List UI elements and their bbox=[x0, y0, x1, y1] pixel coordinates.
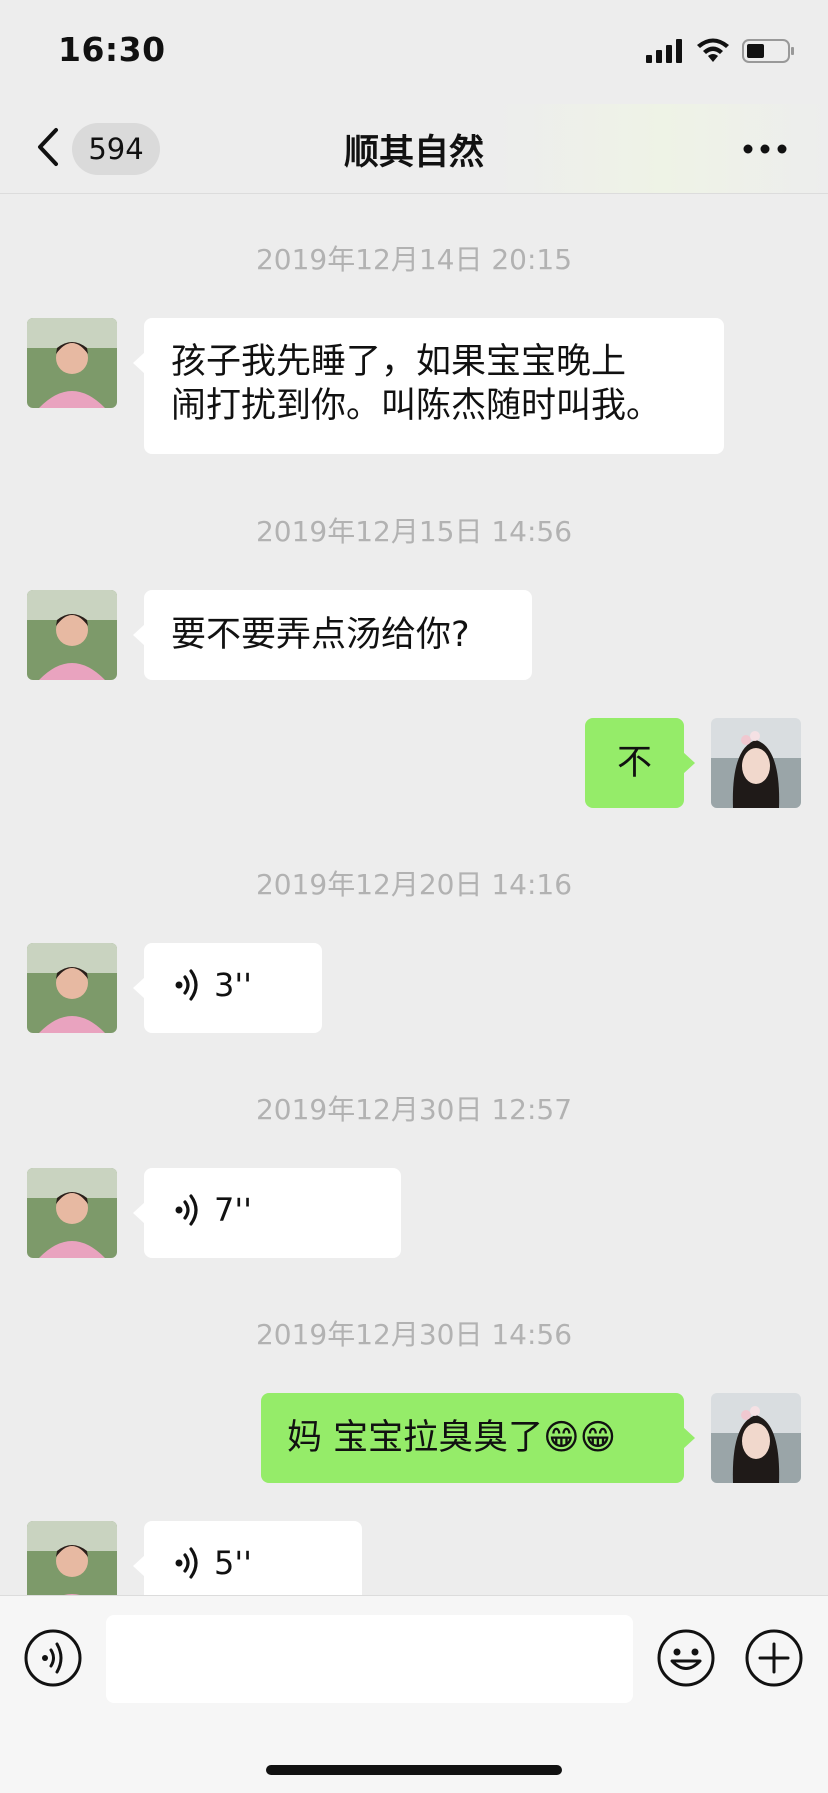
message-text-line: 孩子我先睡了，如果宝宝晚上 bbox=[171, 342, 627, 382]
message-timestamp: 2019年12月15日 14:56 bbox=[255, 515, 573, 548]
message-bubble-outgoing[interactable]: 不 bbox=[585, 718, 695, 808]
emoji-icon[interactable] bbox=[656, 1628, 716, 1688]
voice-duration: 7'' bbox=[214, 1191, 252, 1229]
message-timestamp: 2019年12月20日 14:16 bbox=[255, 868, 573, 901]
voice-playback-icon bbox=[175, 1194, 198, 1226]
voice-message-bubble[interactable]: 7'' bbox=[133, 1168, 401, 1258]
my-avatar[interactable] bbox=[711, 718, 801, 808]
contact-avatar[interactable] bbox=[27, 590, 117, 680]
message-timestamp: 2019年12月30日 12:57 bbox=[255, 1093, 573, 1126]
input-bar bbox=[0, 1595, 828, 1793]
more-icon[interactable] bbox=[742, 142, 788, 156]
voice-duration: 3'' bbox=[214, 966, 252, 1004]
message-bubble-outgoing[interactable]: 妈 宝宝拉臭臭了😁😁 bbox=[261, 1393, 695, 1483]
voice-playback-icon bbox=[175, 969, 198, 1001]
voice-input-toggle-icon[interactable] bbox=[23, 1628, 83, 1688]
message-text-line: 闹打扰到你。叫陈杰随时叫我。 bbox=[171, 386, 662, 426]
message-timestamp: 2019年12月14日 20:15 bbox=[255, 243, 573, 276]
voice-playback-icon bbox=[175, 1547, 198, 1579]
message-timestamp: 2019年12月30日 14:56 bbox=[255, 1318, 573, 1351]
nav-bar: 594 顺其自然 bbox=[0, 104, 828, 194]
message-bubble-incoming[interactable]: 要不要弄点汤给你? bbox=[133, 590, 532, 680]
message-text: 妈 宝宝拉臭臭了😁😁 bbox=[287, 1418, 617, 1458]
status-time: 16:30 bbox=[58, 30, 166, 69]
voice-message-bubble[interactable]: 3'' bbox=[133, 943, 322, 1033]
chat-title: 顺其自然 bbox=[343, 133, 484, 173]
message-text: 要不要弄点汤给你? bbox=[171, 615, 470, 655]
signal-icon bbox=[646, 39, 682, 63]
wifi-icon bbox=[697, 38, 729, 62]
contact-avatar[interactable] bbox=[27, 318, 117, 408]
chat-messages[interactable]: 2019年12月14日 20:15 孩子我先睡了，如果宝宝晚上 闹打扰到你。叫陈… bbox=[0, 195, 828, 1595]
my-avatar[interactable] bbox=[711, 1393, 801, 1483]
voice-duration: 5'' bbox=[214, 1544, 252, 1582]
status-bar: 16:30 bbox=[0, 0, 828, 104]
status-icons bbox=[646, 38, 796, 64]
message-input[interactable] bbox=[106, 1615, 633, 1703]
message-text: 不 bbox=[616, 743, 652, 783]
home-indicator[interactable] bbox=[266, 1765, 562, 1775]
contact-avatar[interactable] bbox=[27, 1521, 117, 1595]
message-bubble-incoming[interactable]: 孩子我先睡了，如果宝宝晚上 闹打扰到你。叫陈杰随时叫我。 bbox=[133, 318, 724, 454]
battery-icon bbox=[742, 39, 794, 63]
plus-icon[interactable] bbox=[744, 1628, 804, 1688]
voice-message-bubble[interactable]: 5'' bbox=[133, 1521, 362, 1595]
contact-avatar[interactable] bbox=[27, 1168, 117, 1258]
contact-avatar[interactable] bbox=[27, 943, 117, 1033]
